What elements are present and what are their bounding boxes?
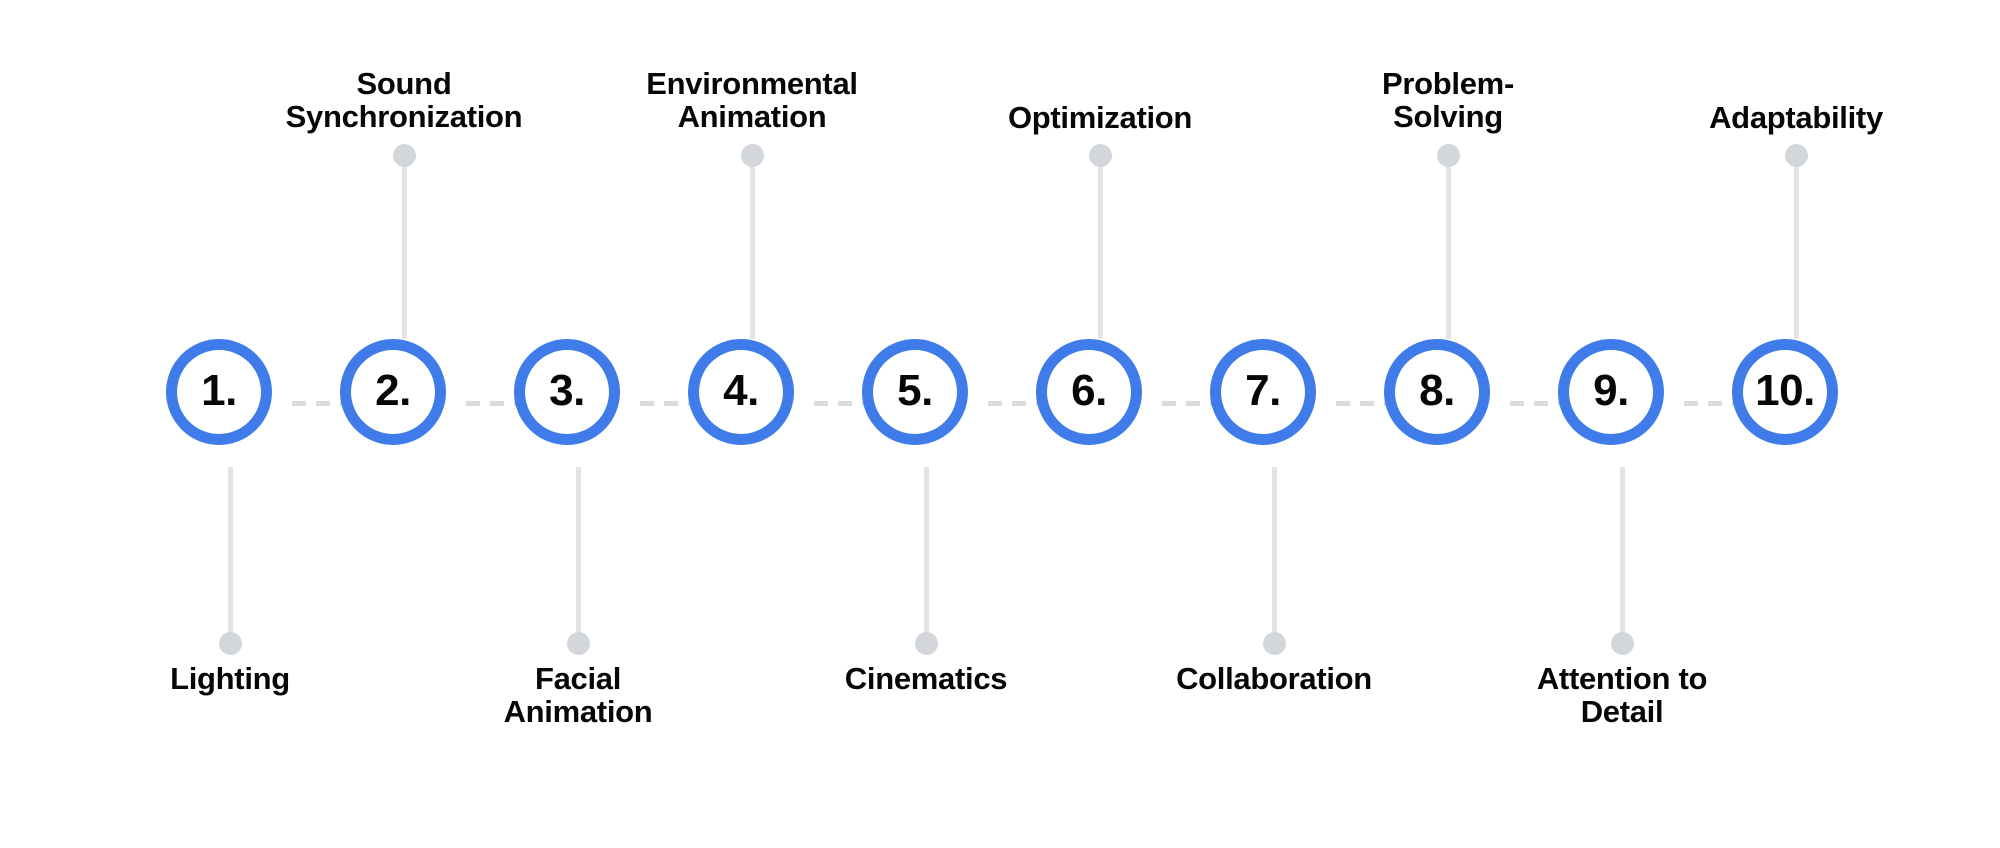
stem-end-dot xyxy=(392,143,416,167)
infographic-canvas: 1. Lighting 2. Sound Synchronization 3. Facia… xyxy=(0,0,2000,848)
stem-up xyxy=(1097,155,1103,339)
timeline-node-6[interactable]: 6. xyxy=(1036,339,1142,445)
timeline-connector-dashed xyxy=(640,400,690,406)
stem-up xyxy=(1445,155,1451,339)
timeline-connector-dashed xyxy=(466,400,516,406)
timeline-connector-dashed xyxy=(1162,400,1212,406)
timeline-node-3[interactable]: 3. xyxy=(514,339,620,445)
stem-end-dot xyxy=(1610,631,1634,655)
timeline-node-10[interactable]: 10. xyxy=(1732,339,1838,445)
stem-down xyxy=(1271,467,1277,643)
node-number: 1. xyxy=(201,366,237,415)
stem-up xyxy=(749,155,755,339)
timeline-connector-dashed xyxy=(1684,400,1734,406)
timeline-connector-dashed xyxy=(292,400,342,406)
stem-end-dot xyxy=(566,631,590,655)
node-number: 4. xyxy=(723,366,759,415)
timeline-label-9: Attention to Detail xyxy=(1536,661,1708,730)
node-number: 7. xyxy=(1245,366,1281,415)
timeline-node-7[interactable]: 7. xyxy=(1210,339,1316,445)
stem-end-dot xyxy=(740,143,764,167)
timeline-node-1[interactable]: 1. xyxy=(166,339,272,445)
stem-down xyxy=(1619,467,1625,643)
timeline-connector-dashed xyxy=(1336,400,1386,406)
timeline-node-4[interactable]: 4. xyxy=(688,339,794,445)
stem-end-dot xyxy=(914,631,938,655)
timeline-node-8[interactable]: 8. xyxy=(1384,339,1490,445)
stem-up xyxy=(401,155,407,339)
stem-down xyxy=(227,467,233,643)
stem-end-dot xyxy=(218,631,242,655)
stem-end-dot xyxy=(1784,143,1808,167)
node-number: 2. xyxy=(375,366,411,415)
stem-end-dot xyxy=(1436,143,1460,167)
timeline-connector-dashed xyxy=(1510,400,1560,406)
stem-down xyxy=(923,467,929,643)
timeline-label-10: Adaptability xyxy=(1709,100,1883,135)
stem-end-dot xyxy=(1088,143,1112,167)
timeline-node-5[interactable]: 5. xyxy=(862,339,968,445)
node-number: 9. xyxy=(1593,366,1629,415)
timeline-connector-dashed xyxy=(988,400,1038,406)
node-number: 5. xyxy=(897,366,933,415)
stem-down xyxy=(575,467,581,643)
node-number: 6. xyxy=(1071,366,1107,415)
stem-up xyxy=(1793,155,1799,339)
node-number: 8. xyxy=(1419,366,1455,415)
node-number: 3. xyxy=(549,366,585,415)
timeline-node-2[interactable]: 2. xyxy=(340,339,446,445)
timeline-node-9[interactable]: 9. xyxy=(1558,339,1664,445)
node-number: 10. xyxy=(1755,366,1815,415)
stem-end-dot xyxy=(1262,631,1286,655)
timeline-connector-dashed xyxy=(814,400,864,406)
